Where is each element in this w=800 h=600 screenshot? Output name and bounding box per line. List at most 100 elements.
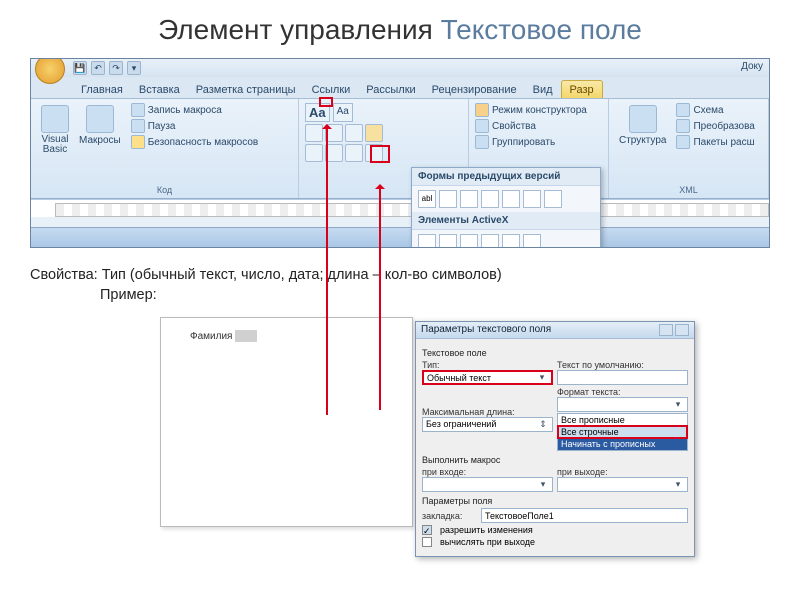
tab-layout[interactable]: Разметка страницы	[188, 81, 304, 98]
text-field-params-dialog: Параметры текстового поля Текстовое поле…	[415, 321, 695, 557]
properties-button[interactable]: Свойства	[475, 119, 602, 133]
on-enter-label: при входе:	[422, 467, 553, 477]
reset-legacy-icon[interactable]	[544, 190, 562, 208]
macro-security-button[interactable]: Безопасность макросов	[131, 135, 259, 149]
tab-view[interactable]: Вид	[525, 81, 561, 98]
rich-text-control-icon[interactable]: Aa	[305, 103, 330, 122]
redo-icon[interactable]: ↷	[109, 61, 123, 75]
label-legacy-icon[interactable]	[502, 190, 520, 208]
checkbox-legacy-icon[interactable]	[439, 190, 457, 208]
dropdown-legacy-icon[interactable]	[460, 190, 478, 208]
warning-icon	[131, 135, 145, 149]
combobox-control-icon[interactable]	[375, 103, 391, 119]
transform-icon	[676, 119, 690, 133]
format-option[interactable]: Все прописные	[558, 414, 687, 426]
activex-item[interactable]	[502, 234, 520, 248]
macros-icon	[86, 105, 114, 133]
calc-exit-label: вычислять при выходе	[440, 537, 535, 547]
activex-item[interactable]	[439, 234, 457, 248]
control-cell[interactable]	[305, 124, 323, 142]
doc-area: Фамилия Параметры текстового поля Тексто…	[30, 313, 770, 538]
on-exit-dropdown[interactable]: ▾	[557, 477, 688, 492]
plain-text-control-icon[interactable]: Aa	[333, 103, 353, 122]
textbox-legacy-icon[interactable]: abl	[418, 190, 436, 208]
text-field-placeholder[interactable]	[235, 330, 257, 342]
tab-developer[interactable]: Разр	[561, 80, 603, 98]
bookmark-input[interactable]: ТекстовоеПоле1	[481, 508, 688, 523]
legacy-tools-icon[interactable]	[365, 124, 383, 142]
control-cell[interactable]	[345, 144, 363, 162]
dialog-titlebar: Параметры текстового поля	[416, 322, 694, 339]
structure-icon	[629, 105, 657, 133]
stepper-icon: ⇕	[537, 419, 549, 430]
format-option[interactable]: Все строчные	[558, 426, 687, 438]
allow-edit-checkbox[interactable]: ✓	[422, 525, 432, 535]
control-cell[interactable]	[325, 124, 343, 142]
slide-title: Элемент управления Текстовое поле	[0, 0, 800, 52]
transform-button[interactable]: Преобразова	[676, 119, 754, 133]
activex-item[interactable]	[481, 234, 499, 248]
schema-button[interactable]: Схема	[676, 103, 754, 117]
allow-edit-label: разрешить изменения	[440, 525, 533, 535]
control-cell[interactable]	[365, 144, 383, 162]
format-dropdown[interactable]: ▾	[557, 397, 688, 412]
design-mode-icon	[475, 103, 489, 117]
format-label: Формат текста:	[557, 387, 688, 397]
group-button[interactable]: Группировать	[475, 135, 602, 149]
tab-mailings[interactable]: Рассылки	[358, 81, 423, 98]
design-mode-button[interactable]: Режим конструктора	[475, 103, 602, 117]
format-option-selected[interactable]: Начинать с прописных	[558, 438, 687, 450]
activex-item[interactable]	[523, 234, 541, 248]
maxlen-label: Максимальная длина:	[422, 407, 553, 417]
body-text: Свойства: Тип (обычный текст, число, дат…	[30, 266, 770, 305]
qat-more-icon[interactable]: ▾	[127, 61, 141, 75]
packages-button[interactable]: Пакеты расш	[676, 135, 754, 149]
ribbon-tabs: Главная Вставка Разметка страницы Ссылки…	[31, 77, 769, 99]
group-code: Visual Basic Макросы Запись макроса Пауз…	[31, 99, 299, 198]
on-enter-dropdown[interactable]: ▾	[422, 477, 553, 492]
dialog-body: Текстовое поле Тип: Обычный текст▾ Текст…	[416, 339, 694, 556]
on-exit-label: при выходе:	[557, 467, 688, 477]
tab-insert[interactable]: Вставка	[131, 81, 188, 98]
example-label: Пример:	[100, 286, 770, 306]
help-icon[interactable]	[659, 324, 673, 336]
format-options-list: Все прописные Все строчные Начинать с пр…	[557, 413, 688, 451]
type-dropdown[interactable]: Обычный текст▾	[422, 370, 553, 385]
schema-icon	[676, 103, 690, 117]
type-label: Тип:	[422, 360, 553, 370]
image-legacy-icon[interactable]	[523, 190, 541, 208]
default-text-input[interactable]	[557, 370, 688, 385]
pause-button[interactable]: Пауза	[131, 119, 259, 133]
control-cell[interactable]	[305, 144, 323, 162]
control-cell[interactable]	[345, 124, 363, 142]
undo-icon[interactable]: ↶	[91, 61, 105, 75]
tab-references[interactable]: Ссылки	[304, 81, 359, 98]
visual-basic-button[interactable]: Visual Basic	[37, 103, 73, 157]
group-icon	[475, 135, 489, 149]
group-xml: Структура Схема Преобразова Пакеты расш …	[609, 99, 769, 198]
tab-home[interactable]: Главная	[73, 81, 131, 98]
activex-items	[412, 230, 600, 248]
statusbar	[31, 227, 769, 247]
titlebar: 💾 ↶ ↷ ▾ Доку	[31, 59, 769, 77]
activex-item[interactable]	[418, 234, 436, 248]
close-icon[interactable]	[675, 324, 689, 336]
chevron-down-icon: ▾	[672, 399, 684, 410]
structure-button[interactable]: Структура	[615, 103, 670, 149]
controls-grid	[305, 124, 391, 182]
group-label-xml: XML	[615, 183, 762, 197]
title-plain: Элемент управления	[158, 14, 441, 45]
activex-item[interactable]	[460, 234, 478, 248]
quick-access-toolbar: 💾 ↶ ↷ ▾	[73, 61, 141, 75]
frame-legacy-icon[interactable]	[481, 190, 499, 208]
control-cell[interactable]	[325, 144, 343, 162]
calc-exit-checkbox[interactable]	[422, 537, 432, 547]
picture-control-icon[interactable]	[356, 103, 372, 119]
chevron-down-icon: ▾	[672, 479, 684, 490]
macros-button[interactable]: Макросы	[75, 103, 125, 157]
maxlen-input[interactable]: Без ограничений⇕	[422, 417, 553, 432]
save-icon[interactable]: 💾	[73, 61, 87, 75]
packages-icon	[676, 135, 690, 149]
record-macro-button[interactable]: Запись макроса	[131, 103, 259, 117]
tab-review[interactable]: Рецензирование	[424, 81, 525, 98]
